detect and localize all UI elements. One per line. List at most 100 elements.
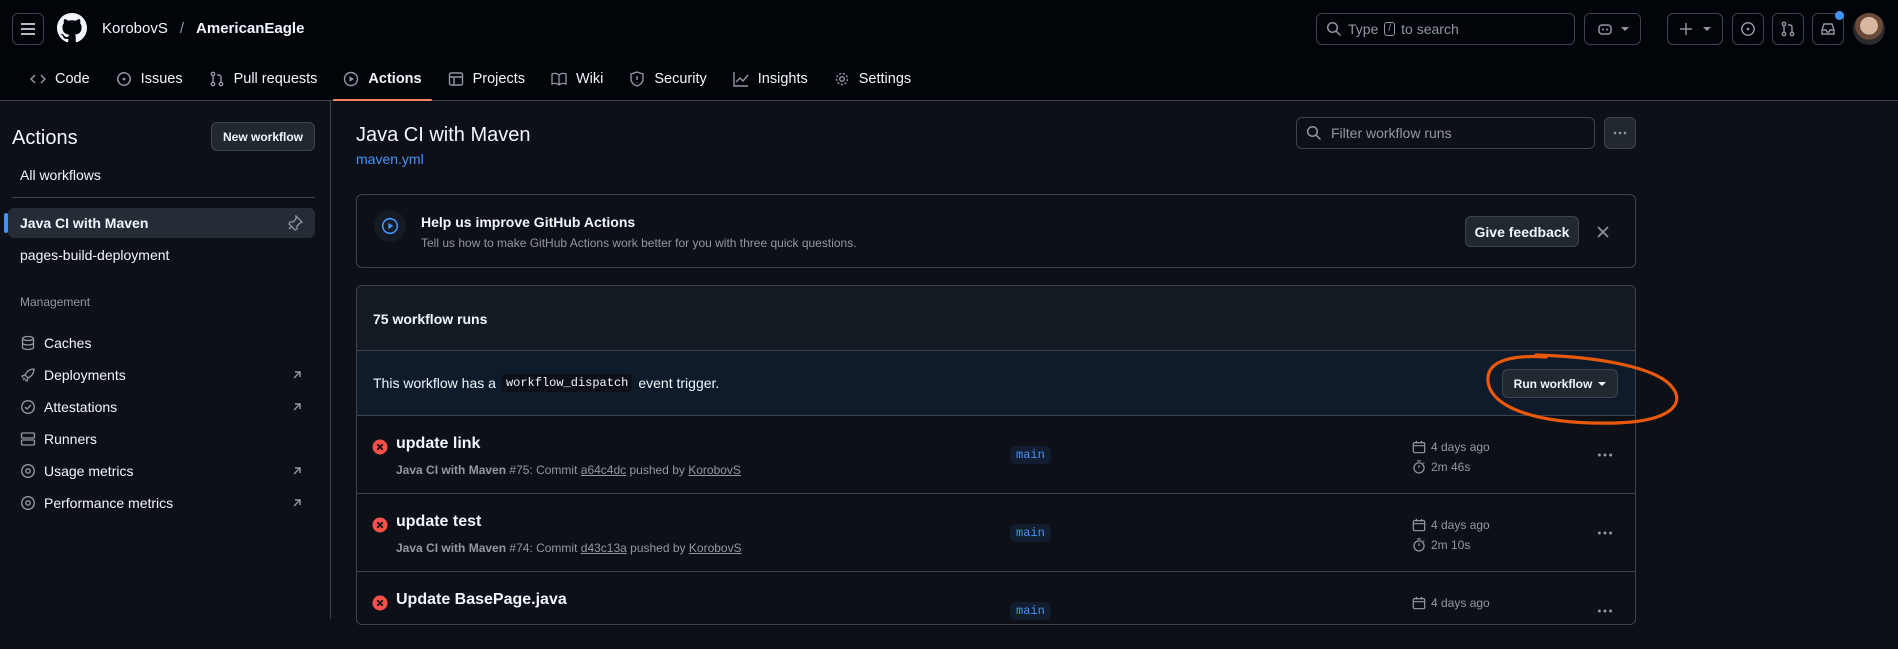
github-logo-icon[interactable] (57, 13, 87, 43)
tab-projects[interactable]: Projects (438, 58, 535, 100)
workflow-file-link[interactable]: maven.yml (356, 151, 424, 167)
table-row[interactable]: update test Java CI with Maven #74: Commi… (356, 493, 1636, 571)
search-shortcut-key: / (1384, 22, 1396, 36)
commit-link[interactable]: d43c13a (581, 541, 627, 555)
run-workflow-label: Run workflow (1513, 376, 1593, 391)
table-row[interactable]: update link Java CI with Maven #75: Commi… (356, 415, 1636, 493)
plus-icon (1679, 22, 1693, 36)
run-duration: 2m 46s (1412, 460, 1470, 474)
kebab-horizontal-icon[interactable] (1596, 446, 1614, 464)
create-new-button[interactable] (1667, 13, 1723, 45)
run-title[interactable]: update link (396, 435, 480, 453)
new-workflow-button[interactable]: New workflow (211, 122, 315, 151)
search-input[interactable]: Type / to search (1316, 13, 1575, 45)
commit-link[interactable]: a64c4dc (581, 463, 626, 477)
owner-link[interactable]: KorobovS (102, 20, 168, 37)
dispatch-text-post: event trigger. (638, 375, 720, 391)
avatar[interactable] (1853, 13, 1885, 45)
tab-issues[interactable]: Issues (106, 58, 193, 100)
search-placeholder-rest: to search (1401, 21, 1459, 37)
tab-label: Security (654, 71, 707, 87)
tab-security[interactable]: Security (619, 58, 716, 100)
sidebar-item-caches[interactable]: Caches (8, 328, 315, 358)
inbox-icon (1821, 23, 1835, 35)
run-date: 4 days ago (1412, 518, 1490, 532)
give-feedback-button[interactable]: Give feedback (1465, 216, 1579, 247)
close-icon[interactable] (1597, 226, 1609, 238)
chevron-down-icon (1703, 27, 1711, 31)
tab-settings[interactable]: Settings (824, 58, 921, 100)
branch-label[interactable]: main (1010, 524, 1051, 542)
pull-requests-button[interactable] (1772, 13, 1804, 45)
divider (12, 197, 315, 198)
failed-status-icon (372, 439, 388, 455)
run-title[interactable]: Update BasePage.java (396, 591, 567, 609)
code-icon (30, 74, 46, 84)
user-link[interactable]: KorobovS (688, 463, 741, 477)
tab-wiki[interactable]: Wiki (541, 58, 613, 100)
dispatch-text-pre: This workflow has a (373, 375, 496, 391)
tab-actions[interactable]: Actions (333, 58, 432, 101)
run-duration-value: 2m 10s (1431, 538, 1471, 552)
kebab-horizontal-icon[interactable] (1596, 524, 1614, 542)
table-row[interactable]: Update BasePage.java main 4 days ago (356, 571, 1636, 649)
server-icon (20, 432, 36, 446)
sidebar-item-java-ci-with-maven[interactable]: Java CI with Maven (4, 208, 315, 238)
feedback-icon-circle (374, 210, 406, 242)
copilot-icon (1597, 24, 1612, 35)
pull-request-icon (210, 71, 223, 87)
repo-tabs: Code Issues Pull requests Actions Projects Wi… (20, 58, 921, 101)
chevron-down-icon (1598, 381, 1607, 386)
run-workflow-name: Java CI with Maven (396, 463, 507, 477)
stopwatch-icon (1413, 460, 1425, 474)
actions-sidebar: Actions New workflow All workflows Java … (0, 101, 331, 619)
feedback-title: Help us improve GitHub Actions (421, 214, 636, 230)
sidebar-item-pages-build-deployment[interactable]: pages-build-deployment (8, 240, 315, 270)
tab-label: Issues (140, 71, 183, 87)
tab-code[interactable]: Code (20, 58, 100, 100)
branch-label[interactable]: main (1010, 602, 1051, 620)
menu-button[interactable] (12, 13, 44, 45)
management-heading: Management (20, 295, 91, 309)
sidebar-item-usage-metrics[interactable]: Usage metrics (8, 456, 315, 486)
tab-pull-requests[interactable]: Pull requests (199, 58, 328, 100)
sidebar-item-performance-metrics[interactable]: Performance metrics (8, 488, 315, 518)
book-icon (551, 72, 567, 86)
workflow-title: Java CI with Maven (356, 124, 531, 146)
pull-request-icon (1781, 21, 1795, 37)
issues-button[interactable] (1732, 13, 1764, 45)
gear-icon (835, 72, 848, 86)
run-number: #75: Commit (509, 463, 578, 477)
play-icon (344, 71, 359, 87)
filter-workflow-runs-input[interactable]: Filter workflow runs (1296, 117, 1595, 149)
sidebar-item-deployments[interactable]: Deployments (8, 360, 315, 390)
sidebar-item-label: Deployments (44, 367, 126, 383)
more-options-button[interactable] (1604, 117, 1636, 149)
run-title[interactable]: update test (396, 513, 481, 531)
calendar-icon (1412, 596, 1426, 610)
tab-label: Insights (757, 71, 808, 87)
branch-label[interactable]: main (1010, 446, 1051, 464)
tab-insights[interactable]: Insights (723, 58, 818, 100)
runs-header (357, 286, 1635, 350)
tab-label: Actions (368, 71, 422, 87)
arrow-up-right-icon (293, 467, 301, 475)
run-meta: Java CI with Maven #75: Commit a64c4dc p… (396, 463, 741, 477)
copilot-button[interactable] (1584, 13, 1641, 45)
run-when: 4 days ago (1431, 440, 1490, 454)
repo-link[interactable]: AmericanEagle (196, 20, 304, 37)
stopwatch-icon (1413, 538, 1425, 552)
run-meta: Java CI with Maven #74: Commit d43c13a p… (396, 541, 742, 555)
arrow-up-right-icon (293, 371, 301, 379)
run-when: 4 days ago (1431, 518, 1490, 532)
user-link[interactable]: KorobovS (689, 541, 742, 555)
pin-icon[interactable] (287, 215, 303, 231)
kebab-horizontal-icon[interactable] (1596, 602, 1614, 620)
sidebar-item-attestations[interactable]: Attestations (8, 392, 315, 422)
sidebar-item-runners[interactable]: Runners (8, 424, 315, 454)
rocket-icon (21, 368, 35, 382)
dispatch-code: workflow_dispatch (501, 374, 633, 392)
sidebar-item-all-workflows[interactable]: All workflows (8, 160, 315, 190)
chevron-down-icon (1620, 27, 1629, 31)
run-workflow-button[interactable]: Run workflow (1502, 369, 1618, 398)
